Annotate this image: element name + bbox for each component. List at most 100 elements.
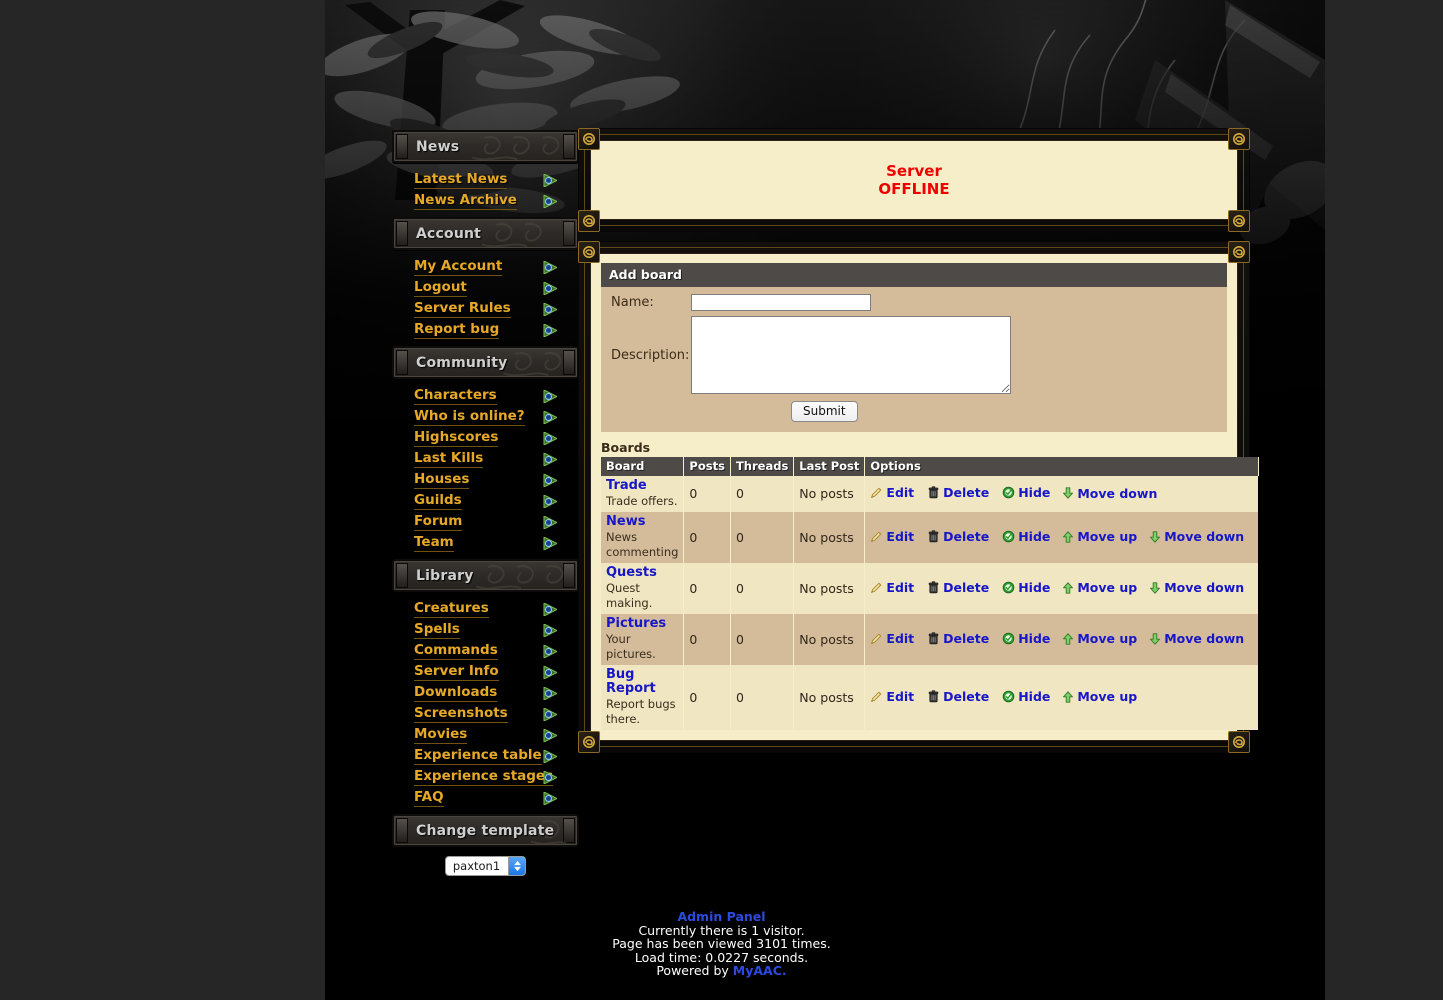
corner-ornament-icon: [578, 731, 600, 753]
sidebar-item-label: Houses: [414, 472, 469, 489]
sidebar-item-who-is-online[interactable]: Who is online?: [392, 408, 579, 429]
sidebar-item-my-account[interactable]: My Account: [392, 258, 579, 279]
myaac-link[interactable]: MyAAC.: [733, 963, 787, 978]
sidebar-item-spells[interactable]: Spells: [392, 621, 579, 642]
admin-panel-link[interactable]: Admin Panel: [0, 910, 1443, 924]
sidebar-section-title: Account: [394, 219, 577, 242]
sidebar-item-server-info[interactable]: Server Info: [392, 663, 579, 684]
move-up-label: Move up: [1077, 580, 1137, 595]
sidebar: News Latest News News Archive: [392, 130, 579, 876]
sidebar-section-body-library: Creatures Spells Commands Server Info Do…: [392, 594, 579, 814]
board-name-input[interactable]: [691, 294, 871, 311]
arrow-down-icon: [1063, 487, 1073, 499]
edit-action[interactable]: Edit: [870, 485, 914, 500]
board-link-quests[interactable]: Quests: [606, 566, 678, 580]
delete-action[interactable]: Delete: [927, 529, 989, 544]
delete-action[interactable]: Delete: [927, 631, 989, 646]
name-row: Name:: [611, 294, 1217, 311]
menu-arrow-icon: [543, 792, 557, 805]
sidebar-item-last-kills[interactable]: Last Kills: [392, 450, 579, 471]
hide-check-icon: [1002, 690, 1015, 703]
board-link-trade[interactable]: Trade: [606, 479, 678, 493]
move-down-action[interactable]: Move down: [1150, 529, 1244, 544]
cell-options: Edit Delete Hide: [865, 563, 1258, 614]
delete-label: Delete: [943, 529, 989, 544]
sidebar-item-team[interactable]: Team: [392, 534, 579, 555]
move-down-action[interactable]: Move down: [1150, 631, 1244, 646]
trash-icon: [927, 581, 940, 594]
boards-table: Board Posts Threads Last Post Options: [601, 457, 1259, 730]
pencil-icon: [870, 690, 883, 703]
cell-board: Pictures Your pictures.: [601, 614, 684, 665]
sidebar-item-faq[interactable]: FAQ: [392, 789, 579, 810]
sidebar-item-latest-news[interactable]: Latest News: [392, 171, 579, 192]
board-link-news[interactable]: News: [606, 515, 678, 529]
move-up-action[interactable]: Move up: [1063, 580, 1137, 595]
move-down-action[interactable]: Move down: [1063, 486, 1157, 501]
board-link-pictures[interactable]: Pictures: [606, 617, 678, 631]
sidebar-item-screenshots[interactable]: Screenshots: [392, 705, 579, 726]
sidebar-item-forum[interactable]: Forum: [392, 513, 579, 534]
sidebar-item-movies[interactable]: Movies: [392, 726, 579, 747]
board-description-textarea[interactable]: [691, 316, 1011, 394]
page-root: News Latest News News Archive: [0, 0, 1443, 1000]
delete-action[interactable]: Delete: [927, 485, 989, 500]
sidebar-item-label: Guilds: [414, 493, 462, 510]
hide-action[interactable]: Hide: [1002, 580, 1050, 595]
sidebar-item-label: Logout: [414, 280, 467, 297]
delete-action[interactable]: Delete: [927, 689, 989, 704]
cell-options: Edit Delete Hide: [865, 476, 1258, 512]
template-select[interactable]: paxton1: [445, 856, 526, 876]
hide-action[interactable]: Hide: [1002, 631, 1050, 646]
sidebar-item-downloads[interactable]: Downloads: [392, 684, 579, 705]
sidebar-section-header-community: Community: [392, 346, 579, 379]
edit-action[interactable]: Edit: [870, 529, 914, 544]
edit-action[interactable]: Edit: [870, 689, 914, 704]
hide-action[interactable]: Hide: [1002, 529, 1050, 544]
sidebar-item-server-rules[interactable]: Server Rules: [392, 300, 579, 321]
board-description: Trade offers.: [606, 494, 678, 508]
sidebar-item-creatures[interactable]: Creatures: [392, 600, 579, 621]
edit-action[interactable]: Edit: [870, 580, 914, 595]
board-description: Report bugs there.: [606, 697, 676, 726]
move-up-action[interactable]: Move up: [1063, 689, 1137, 704]
boards-title: Boards: [601, 440, 1227, 455]
delete-label: Delete: [943, 689, 989, 704]
hide-action[interactable]: Hide: [1002, 485, 1050, 500]
sidebar-section-body-community: Characters Who is online? Highscores Las…: [392, 381, 579, 559]
sidebar-item-label: Commands: [414, 643, 498, 660]
sidebar-item-experience-stages[interactable]: Experience stages: [392, 768, 579, 789]
menu-arrow-icon: [543, 303, 557, 316]
hide-action[interactable]: Hide: [1002, 689, 1050, 704]
pencil-icon: [870, 581, 883, 594]
sidebar-item-news-archive[interactable]: News Archive: [392, 192, 579, 213]
sidebar-item-houses[interactable]: Houses: [392, 471, 579, 492]
sidebar-item-logout[interactable]: Logout: [392, 279, 579, 300]
menu-arrow-icon: [543, 174, 557, 187]
sidebar-item-characters[interactable]: Characters: [392, 387, 579, 408]
sidebar-item-experience-table[interactable]: Experience table: [392, 747, 579, 768]
sidebar-item-report-bug[interactable]: Report bug: [392, 321, 579, 342]
move-up-label: Move up: [1077, 529, 1137, 544]
move-up-action[interactable]: Move up: [1063, 529, 1137, 544]
edit-action[interactable]: Edit: [870, 631, 914, 646]
submit-button[interactable]: Submit: [791, 401, 858, 422]
menu-arrow-icon: [543, 324, 557, 337]
content-column: Server OFFLINE: [578, 128, 1250, 753]
cell-posts: 0: [684, 665, 731, 730]
menu-arrow-icon: [543, 453, 557, 466]
cell-posts: 0: [684, 512, 731, 563]
sidebar-item-guilds[interactable]: Guilds: [392, 492, 579, 513]
delete-action[interactable]: Delete: [927, 580, 989, 595]
trash-icon: [927, 632, 940, 645]
sidebar-item-highscores[interactable]: Highscores: [392, 429, 579, 450]
sidebar-section-title: Change template: [394, 816, 577, 839]
move-up-action[interactable]: Move up: [1063, 631, 1137, 646]
sidebar-item-commands[interactable]: Commands: [392, 642, 579, 663]
arrow-down-icon: [1150, 633, 1160, 645]
cell-options: Edit Delete Hide: [865, 614, 1258, 665]
move-down-action[interactable]: Move down: [1150, 580, 1244, 595]
board-link-bug-report[interactable]: Bug Report: [606, 668, 678, 696]
sidebar-item-label: Characters: [414, 388, 497, 405]
hide-check-icon: [1002, 486, 1015, 499]
